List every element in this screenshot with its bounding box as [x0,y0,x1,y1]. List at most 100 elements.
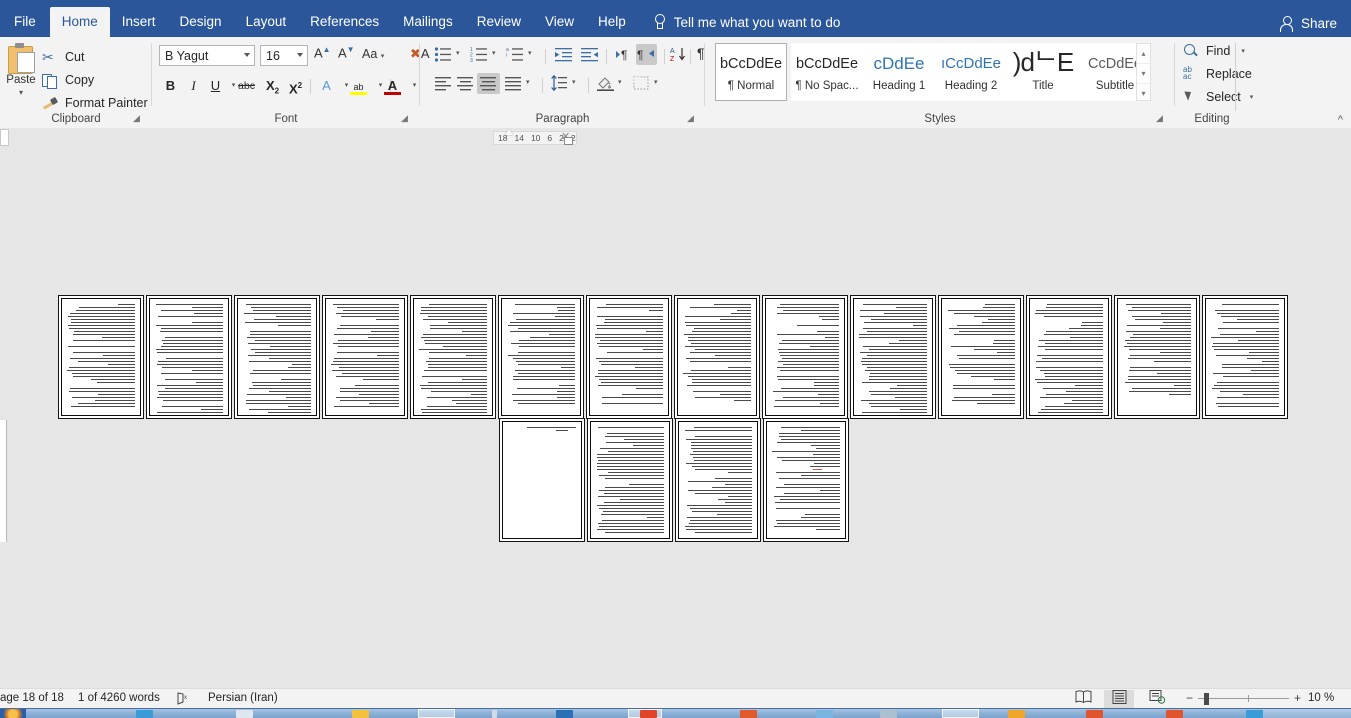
clipboard-dialog-launcher[interactable]: ◢ [133,113,144,124]
page-thumbnail[interactable] [1205,298,1285,416]
tell-me-search[interactable]: Tell me what you want to do [652,7,840,37]
tab-home[interactable]: Home [49,7,110,37]
zoom-handle[interactable] [1204,693,1209,705]
style-item-normal[interactable]: bCcDdEe ¶ Normal [715,43,787,101]
style-item-no-spacing[interactable]: bCcDdEe ¶ No Spac... [791,43,863,101]
borders-dropdown[interactable]: ▾ [654,78,658,86]
word-count[interactable]: 1 of 4260 words [78,692,160,704]
share-button[interactable]: Share [1279,16,1337,32]
zoom-track[interactable] [1198,698,1289,699]
paste-button[interactable]: Paste ▾ [2,42,40,97]
page-thumbnail[interactable] [61,298,141,416]
font-name-combobox[interactable]: B Yagut [159,45,255,66]
tab-references[interactable]: References [298,7,391,37]
tab-review[interactable]: Review [465,7,533,37]
tab-view[interactable]: View [533,7,586,37]
page-thumbnail[interactable] [413,298,493,416]
subscript-button[interactable]: X2 [262,75,283,97]
page-thumbnail[interactable] [325,298,405,416]
right-to-left-text-button[interactable]: ¶ [636,44,657,65]
align-right-button[interactable] [504,75,523,94]
bold-button[interactable]: B [160,75,181,97]
bullets-button[interactable] [434,46,453,66]
left-to-right-text-button[interactable]: ¶ [614,46,633,66]
tab-layout[interactable]: Layout [234,7,299,37]
shading-dropdown[interactable]: ▾ [618,78,622,86]
font-size-combobox[interactable]: 16 [260,45,308,66]
page-thumbnail[interactable] [678,421,758,539]
strikethrough-button[interactable]: abc [236,75,257,97]
multilevel-list-dropdown[interactable]: ▾ [528,49,532,57]
italic-button[interactable]: I [183,75,204,97]
select-dropdown-icon[interactable]: ▾ [1250,93,1254,101]
decrease-indent-button[interactable] [554,46,573,66]
find-dropdown-icon[interactable]: ▾ [1241,47,1245,55]
page-thumbnail[interactable] [853,298,933,416]
tab-design[interactable]: Design [168,7,234,37]
zoom-in-button[interactable]: + [1294,691,1301,705]
line-spacing-dropdown[interactable]: ▾ [572,78,576,86]
chevron-down-icon[interactable]: ▾ [2,88,40,97]
line-spacing-button[interactable] [550,74,569,94]
zoom-level[interactable]: 10 % [1308,692,1334,704]
align-justify-button[interactable] [477,73,500,94]
chevron-down-icon[interactable] [244,53,250,57]
replace-button[interactable]: ab ac Replace [1183,63,1252,84]
highlight-button[interactable]: ab [348,75,369,97]
first-line-indent-marker[interactable] [505,129,513,135]
increase-indent-button[interactable] [580,46,599,66]
align-left-button[interactable] [434,75,453,94]
styles-scroll-up-icon[interactable]: ▴ [1137,44,1150,64]
text-effects-button[interactable]: A [316,75,337,97]
chevron-down-icon[interactable] [297,53,303,57]
format-painter-button[interactable]: Format Painter [42,92,148,113]
numbering-dropdown[interactable]: ▾ [492,49,496,57]
styles-scroll-down-icon[interactable]: ▾ [1137,64,1150,84]
sort-button[interactable]: AZ [670,46,687,66]
paragraph-dialog-launcher[interactable]: ◢ [687,113,698,124]
borders-button[interactable] [632,75,651,94]
tab-insert[interactable]: Insert [110,7,168,37]
page-thumbnail[interactable] [502,421,582,539]
page-thumbnail[interactable] [590,421,670,539]
font-color-button[interactable]: A [382,75,403,97]
cut-button[interactable]: ✂ Cut [42,46,84,67]
multilevel-list-button[interactable]: ai [506,46,525,66]
styles-scrollbar[interactable]: ▴ ▾ ▾ [1136,43,1151,101]
superscript-button[interactable]: X2 [285,75,306,97]
style-item-heading-1[interactable]: cDdEe Heading 1 [863,43,935,101]
style-item-heading-2[interactable]: ıCcDdEe Heading 2 [935,43,1007,101]
page-thumbnail[interactable] [1029,298,1109,416]
print-layout-button[interactable] [1104,690,1134,708]
select-button[interactable]: Select ▾ [1183,86,1253,107]
font-dialog-launcher[interactable]: ◢ [401,113,412,124]
page-thumbnail[interactable] [589,298,669,416]
numbering-button[interactable]: 123 [470,46,489,66]
zoom-slider[interactable]: − + [1186,691,1301,707]
page-thumbnail[interactable] [237,298,317,416]
document-canvas[interactable] [0,128,1351,688]
align-dropdown[interactable]: ▾ [526,78,530,86]
tab-file[interactable]: File [0,7,50,37]
tab-help[interactable]: Help [586,7,638,37]
page-thumbnail[interactable] [765,298,845,416]
copy-button[interactable]: Copy [42,69,94,90]
shading-button[interactable] [596,75,615,94]
page-thumbnail[interactable] [766,421,846,539]
shrink-font-button[interactable]: A▼ [338,45,355,60]
change-case-button[interactable]: Aa ▾ [362,47,384,61]
bullets-dropdown[interactable]: ▾ [456,49,460,57]
page-thumbnail[interactable] [677,298,757,416]
page-thumbnail[interactable] [149,298,229,416]
proofing-icon[interactable]: x [176,692,192,708]
language-indicator[interactable]: Persian (Iran) [208,692,278,704]
align-center-button[interactable] [456,75,475,94]
style-item-title[interactable]: )dᄂE Title [1007,43,1079,101]
read-mode-button[interactable] [1068,690,1098,708]
page-thumbnail[interactable] [1117,298,1197,416]
page-indicator[interactable]: age 18 of 18 [0,692,64,704]
web-layout-button[interactable] [1142,690,1172,708]
collapse-ribbon-button[interactable]: ^ [1338,114,1343,126]
styles-more-icon[interactable]: ▾ [1137,84,1150,103]
tab-mailings[interactable]: Mailings [391,7,465,37]
